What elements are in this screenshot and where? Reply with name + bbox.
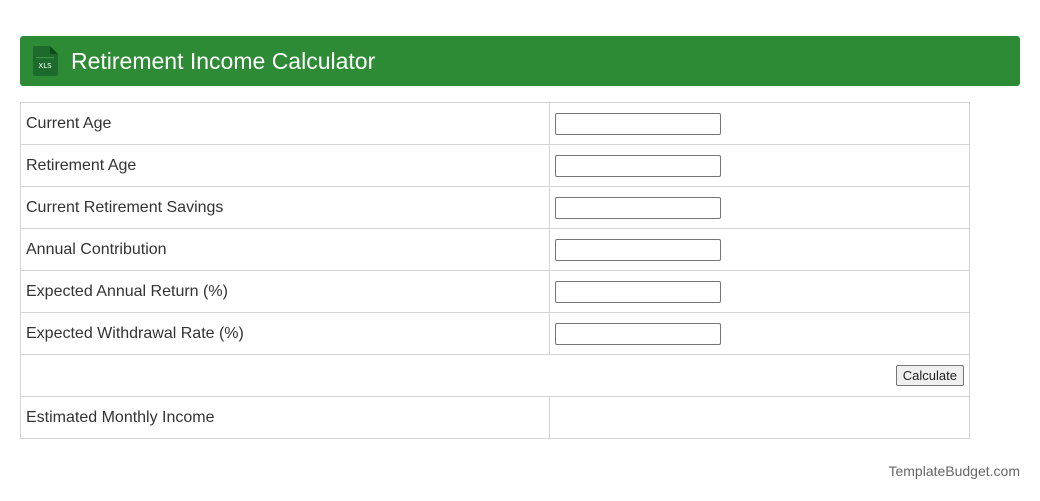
annual-return-label: Expected Annual Return (%) bbox=[20, 270, 550, 313]
form-row-current-savings: Current Retirement Savings bbox=[20, 186, 970, 229]
monthly-income-label: Estimated Monthly Income bbox=[20, 396, 550, 439]
svg-text:XLS: XLS bbox=[38, 62, 52, 70]
annual-return-input[interactable] bbox=[555, 280, 721, 303]
page-title: Retirement Income Calculator bbox=[71, 48, 376, 74]
current-savings-label: Current Retirement Savings bbox=[20, 186, 550, 229]
withdrawal-rate-label: Expected Withdrawal Rate (%) bbox=[20, 312, 550, 355]
footer-credit: TemplateBudget.com bbox=[888, 463, 1020, 479]
current-age-label: Current Age bbox=[20, 102, 550, 145]
form-row-calculate: Calculate bbox=[20, 354, 970, 397]
retirement-age-input[interactable] bbox=[555, 154, 721, 177]
calculate-button[interactable]: Calculate bbox=[895, 365, 964, 386]
form-row-current-age: Current Age bbox=[20, 102, 970, 145]
monthly-income-value bbox=[549, 396, 970, 439]
form-row-annual-return: Expected Annual Return (%) bbox=[20, 270, 970, 313]
annual-contribution-label: Annual Contribution bbox=[20, 228, 550, 271]
current-savings-input[interactable] bbox=[555, 196, 721, 219]
form-row-result: Estimated Monthly Income bbox=[20, 396, 970, 439]
xls-file-icon: XLS bbox=[33, 46, 58, 76]
withdrawal-rate-input[interactable] bbox=[555, 322, 721, 345]
form-row-withdrawal-rate: Expected Withdrawal Rate (%) bbox=[20, 312, 970, 355]
calculator-form: Current Age Retirement Age Current Retir… bbox=[20, 102, 970, 439]
form-row-retirement-age: Retirement Age bbox=[20, 144, 970, 187]
current-age-input[interactable] bbox=[555, 112, 721, 135]
page-header: XLS Retirement Income Calculator bbox=[20, 36, 1020, 86]
retirement-age-label: Retirement Age bbox=[20, 144, 550, 187]
annual-contribution-input[interactable] bbox=[555, 238, 721, 261]
form-row-annual-contribution: Annual Contribution bbox=[20, 228, 970, 271]
